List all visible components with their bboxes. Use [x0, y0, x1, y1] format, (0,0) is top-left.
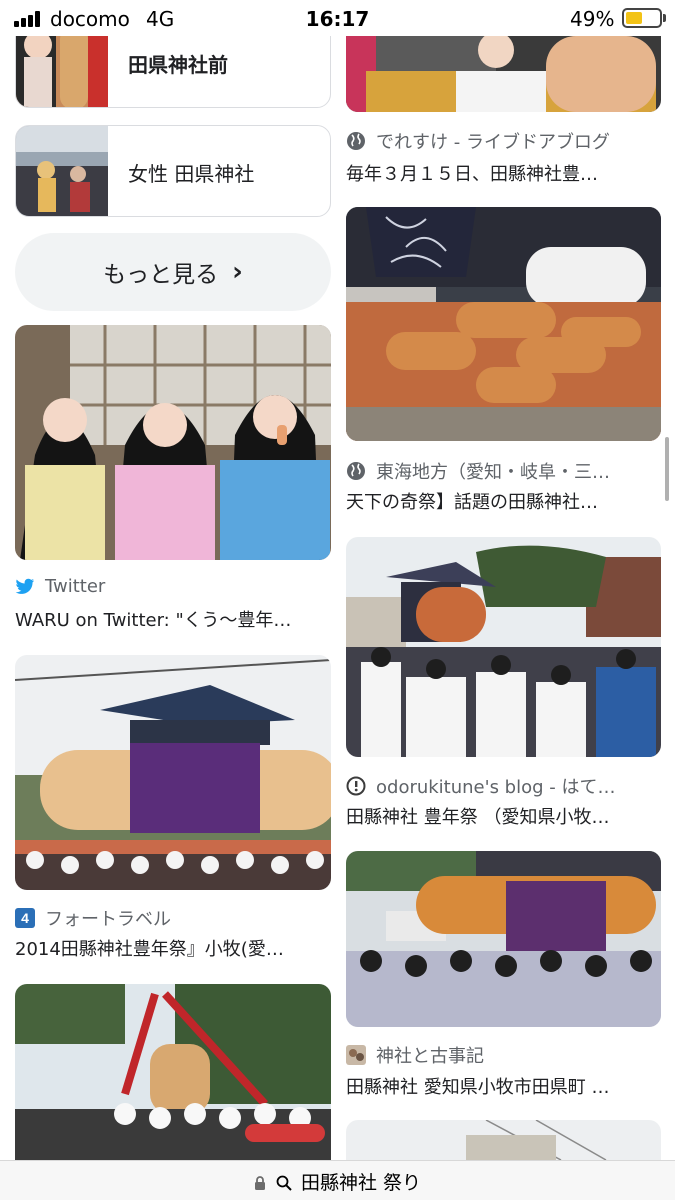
result-title[interactable]: 天下の奇祭】話題の田縣神社…	[346, 488, 661, 514]
result-title[interactable]: 田縣神社 愛知県小牧市田県町 …	[346, 1073, 661, 1099]
result-source: 4 フォートラベル	[15, 905, 171, 931]
4travel-icon: 4	[15, 908, 35, 928]
result-image[interactable]	[15, 325, 331, 560]
more-results-label: もっと見る	[103, 262, 219, 288]
address-bar[interactable]: 田縣神社 祭り	[0, 1160, 675, 1200]
result-source: 神社と古事記	[346, 1042, 484, 1068]
result-source-name: でれすけ - ライブドアブログ	[376, 132, 610, 153]
address-bar-query: 田縣神社 祭り	[301, 1172, 422, 1194]
chevron-right-icon: ›	[232, 257, 243, 287]
related-search-label: 女性 田県神社	[128, 161, 255, 186]
result-source-name: 東海地方（愛知・岐阜・三…	[376, 462, 610, 483]
result-image[interactable]	[346, 207, 661, 441]
search-icon	[276, 1174, 292, 1196]
result-source: odorukitune's blog - はて…	[346, 773, 615, 799]
result-title[interactable]: WARU on Twitter: "くう〜豊年…	[15, 606, 331, 632]
battery-tip	[663, 14, 666, 22]
site-favicon-icon	[346, 1045, 366, 1065]
result-image[interactable]	[346, 1120, 661, 1160]
result-title[interactable]: 毎年３月１５日、田縣神社豊…	[346, 160, 661, 186]
globe-icon	[346, 461, 366, 481]
result-source: でれすけ - ライブドアブログ	[346, 128, 610, 154]
related-search-chip[interactable]: 女性 田県神社	[15, 125, 331, 217]
result-title[interactable]: 田縣神社 豊年祭 （愛知県小牧…	[346, 803, 661, 829]
result-title[interactable]: 2014田縣神社豊年祭』小牧(愛…	[15, 935, 331, 961]
status-bar: docomo 4G 16:17 49%	[0, 0, 675, 36]
more-results-button[interactable]: もっと見る ›	[15, 233, 331, 311]
result-source-name: 神社と古事記	[376, 1046, 484, 1067]
result-image[interactable]	[15, 984, 331, 1160]
result-image[interactable]	[346, 537, 661, 757]
battery-icon	[622, 8, 662, 28]
result-image[interactable]	[346, 36, 661, 112]
result-source-name: Twitter	[45, 576, 106, 597]
lock-icon	[254, 1174, 266, 1196]
twitter-bird-icon	[15, 577, 35, 597]
related-search-thumbnail	[16, 126, 108, 216]
result-source: Twitter	[15, 576, 105, 597]
result-source-name: フォートラベル	[45, 909, 171, 930]
result-source: 東海地方（愛知・岐阜・三…	[346, 458, 610, 484]
result-image[interactable]	[15, 655, 331, 890]
battery-percent: 49%	[570, 7, 615, 31]
scrollbar[interactable]	[665, 437, 669, 501]
svg-text:4: 4	[21, 910, 29, 926]
result-image[interactable]	[346, 851, 661, 1027]
globe-icon	[346, 131, 366, 151]
hatena-icon	[346, 776, 366, 796]
result-source-name: odorukitune's blog - はて…	[376, 777, 616, 798]
